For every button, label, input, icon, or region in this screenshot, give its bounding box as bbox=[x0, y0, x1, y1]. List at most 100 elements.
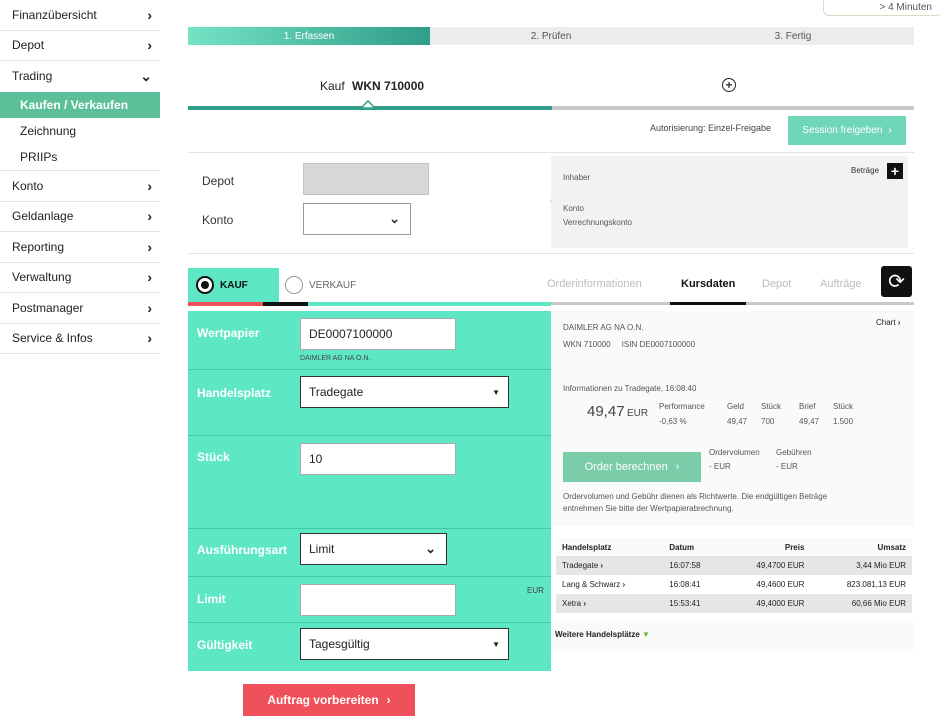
sidebar-subitem-kaufen-verkaufen[interactable]: Kaufen / Verkaufen bbox=[0, 91, 160, 118]
sidebar-item-finanzuebersicht[interactable]: Finanzübersicht › bbox=[0, 0, 160, 31]
chevron-right-icon: › bbox=[147, 269, 152, 286]
chevron-right-icon: › bbox=[147, 37, 152, 54]
sidebar-subitem-priips[interactable]: PRIIPs bbox=[0, 145, 160, 171]
column-header: Datum bbox=[663, 538, 725, 556]
add-order-icon[interactable]: + bbox=[722, 78, 736, 92]
chevron-right-icon: › bbox=[600, 561, 604, 570]
chevron-down-icon: ⌄ bbox=[425, 541, 436, 556]
venue-cell[interactable]: Tradegate › bbox=[556, 556, 664, 575]
disclaimer-line-1: Ordervolumen und Gebühr dienen als Richt… bbox=[563, 492, 828, 501]
sidebar-item-label: Konto bbox=[12, 178, 44, 193]
sidebar-subitem-zeichnung[interactable]: Zeichnung bbox=[0, 118, 160, 145]
stueck-label: Stück bbox=[197, 450, 230, 464]
stueck-input[interactable]: 10 bbox=[300, 443, 456, 475]
step-fertig: 3. Fertig bbox=[672, 27, 914, 45]
limit-input[interactable] bbox=[300, 584, 456, 616]
refresh-icon[interactable]: ⟳ bbox=[881, 266, 912, 297]
performance-value: -0,63 % bbox=[659, 417, 687, 426]
handelsplatz-select[interactable]: Tradegate ▼ bbox=[300, 376, 509, 408]
venue-cell[interactable]: Xetra › bbox=[556, 594, 664, 613]
ausfuehrungsart-value: Limit bbox=[309, 542, 335, 556]
tab-auftraege[interactable]: Aufträge bbox=[820, 278, 862, 290]
sidebar-item-geldanlage[interactable]: Geldanlage › bbox=[0, 202, 160, 232]
venue-cell[interactable]: Lang & Schwarz › bbox=[556, 575, 663, 594]
chart-link[interactable]: Chart › bbox=[876, 318, 900, 327]
sidebar-item-label: Finanzübersicht bbox=[12, 7, 97, 22]
kauf-underline-accent bbox=[308, 302, 551, 306]
order-berechnen-button[interactable]: Order berechnen › bbox=[563, 452, 701, 482]
plus-icon[interactable]: + bbox=[887, 163, 903, 179]
sidebar-item-label: Service & Infos bbox=[12, 331, 93, 346]
chevron-right-icon: › bbox=[147, 299, 152, 316]
chevron-right-icon: › bbox=[888, 125, 892, 136]
order-berechnen-label: Order berechnen bbox=[584, 461, 668, 473]
chevron-right-icon: › bbox=[147, 177, 152, 194]
sidebar-item-verwaltung[interactable]: Verwaltung › bbox=[0, 263, 160, 293]
sidebar: Finanzübersicht › Depot › Trading ⌄ Kaufen … bbox=[0, 0, 160, 354]
ausfuehrungsart-select[interactable]: Limit ⌄ bbox=[300, 533, 447, 565]
table-header-row: Handelsplatz Datum Preis Umsatz bbox=[556, 538, 912, 556]
brief-label: Brief bbox=[799, 402, 816, 411]
sidebar-item-konto[interactable]: Konto › bbox=[0, 171, 160, 202]
chevron-right-icon: › bbox=[549, 196, 552, 205]
chevron-right-icon: › bbox=[675, 461, 680, 473]
form-divider bbox=[188, 576, 551, 577]
gueltigkeit-select[interactable]: Tagesgültig ▼ bbox=[300, 628, 509, 660]
stueck-geld-label: Stück bbox=[761, 402, 782, 411]
authorization-label: Autorisierung: Einzel-Freigabe bbox=[650, 123, 772, 133]
weitere-handelsplaetze-link[interactable]: Weitere Handelsplätze ▼ bbox=[555, 630, 650, 639]
table-row[interactable]: Tradegate › 16:07:58 49,4700 EUR 3,44 Mi… bbox=[556, 556, 912, 575]
security-ids: WKN 710000 ISIN DE0007100000 bbox=[563, 340, 696, 349]
column-header: Preis bbox=[724, 538, 811, 556]
sidebar-item-trading[interactable]: Trading ⌄ bbox=[0, 61, 160, 92]
konto-select[interactable]: ⌄ bbox=[303, 203, 411, 235]
table-row[interactable]: Xetra › 15:53:41 49,4000 EUR 60,66 Mio E… bbox=[556, 594, 912, 613]
sidebar-item-depot[interactable]: Depot › bbox=[0, 31, 160, 61]
kauf-radio[interactable]: KAUF bbox=[188, 268, 279, 302]
chevron-right-icon: › bbox=[583, 599, 587, 608]
sidebar-item-reporting[interactable]: Reporting › bbox=[0, 232, 160, 263]
geld-value: 49,47 bbox=[727, 417, 748, 426]
session-release-button[interactable]: Session freigeben › bbox=[788, 116, 906, 145]
verkauf-radio[interactable]: VERKAUF bbox=[285, 276, 356, 294]
stueck-brief-label: Stück bbox=[833, 402, 854, 411]
form-divider bbox=[188, 435, 551, 436]
chevron-right-icon: › bbox=[147, 6, 152, 23]
caret-down-icon: ▼ bbox=[492, 639, 500, 649]
sidebar-item-postmanager[interactable]: Postmanager › bbox=[0, 293, 160, 324]
triangle-down-icon: ▼ bbox=[642, 630, 650, 639]
tab-orderinformationen[interactable]: Orderinformationen bbox=[547, 278, 642, 290]
betraege-label: Beträge bbox=[851, 166, 880, 175]
radio-selected-icon bbox=[196, 276, 214, 294]
sidebar-item-label: Verwaltung bbox=[12, 270, 72, 285]
column-header: Umsatz bbox=[810, 538, 912, 556]
tab-kursdaten[interactable]: Kursdaten bbox=[681, 278, 735, 290]
tab-notch bbox=[361, 100, 375, 108]
sidebar-subitem-label: Zeichnung bbox=[20, 124, 77, 139]
ordervolumen-label: Ordervolumen bbox=[709, 448, 760, 457]
verkauf-label: VERKAUF bbox=[309, 279, 357, 291]
weitere-label: Weitere Handelsplätze bbox=[555, 630, 640, 639]
handelsplatz-value: Tradegate bbox=[309, 385, 364, 399]
session-timer: > 4 Minuten bbox=[823, 0, 940, 16]
auftrag-vorbereiten-button[interactable]: Auftrag vorbereiten › bbox=[243, 684, 415, 716]
tab-underline bbox=[188, 106, 914, 110]
date-cell: 16:08:41 bbox=[669, 580, 701, 589]
handelsplatz-label: Handelsplatz bbox=[197, 386, 272, 400]
sidebar-item-label: Depot bbox=[12, 38, 45, 53]
wertpapier-input[interactable]: DE0007100000 bbox=[300, 318, 456, 350]
tab-depot[interactable]: Depot bbox=[762, 278, 791, 290]
order-tab-title[interactable]: Kauf WKN 710000 bbox=[320, 79, 424, 93]
chevron-right-icon: › bbox=[622, 580, 626, 589]
ausfuehrungsart-label: Ausführungsart bbox=[197, 543, 287, 557]
form-divider bbox=[188, 622, 551, 623]
form-divider bbox=[188, 369, 551, 370]
chevron-right-icon: › bbox=[147, 330, 152, 347]
stueck-geld-value: 700 bbox=[761, 417, 775, 426]
sidebar-item-service-infos[interactable]: Service & Infos › bbox=[0, 324, 160, 354]
table-row[interactable]: Lang & Schwarz › 16:08:41 49,4600 EUR 82… bbox=[556, 575, 912, 594]
order-form bbox=[188, 311, 551, 671]
depot-label: Depot bbox=[202, 174, 235, 188]
depot-field[interactable] bbox=[303, 163, 429, 195]
wertpapier-label: Wertpapier bbox=[197, 326, 260, 340]
